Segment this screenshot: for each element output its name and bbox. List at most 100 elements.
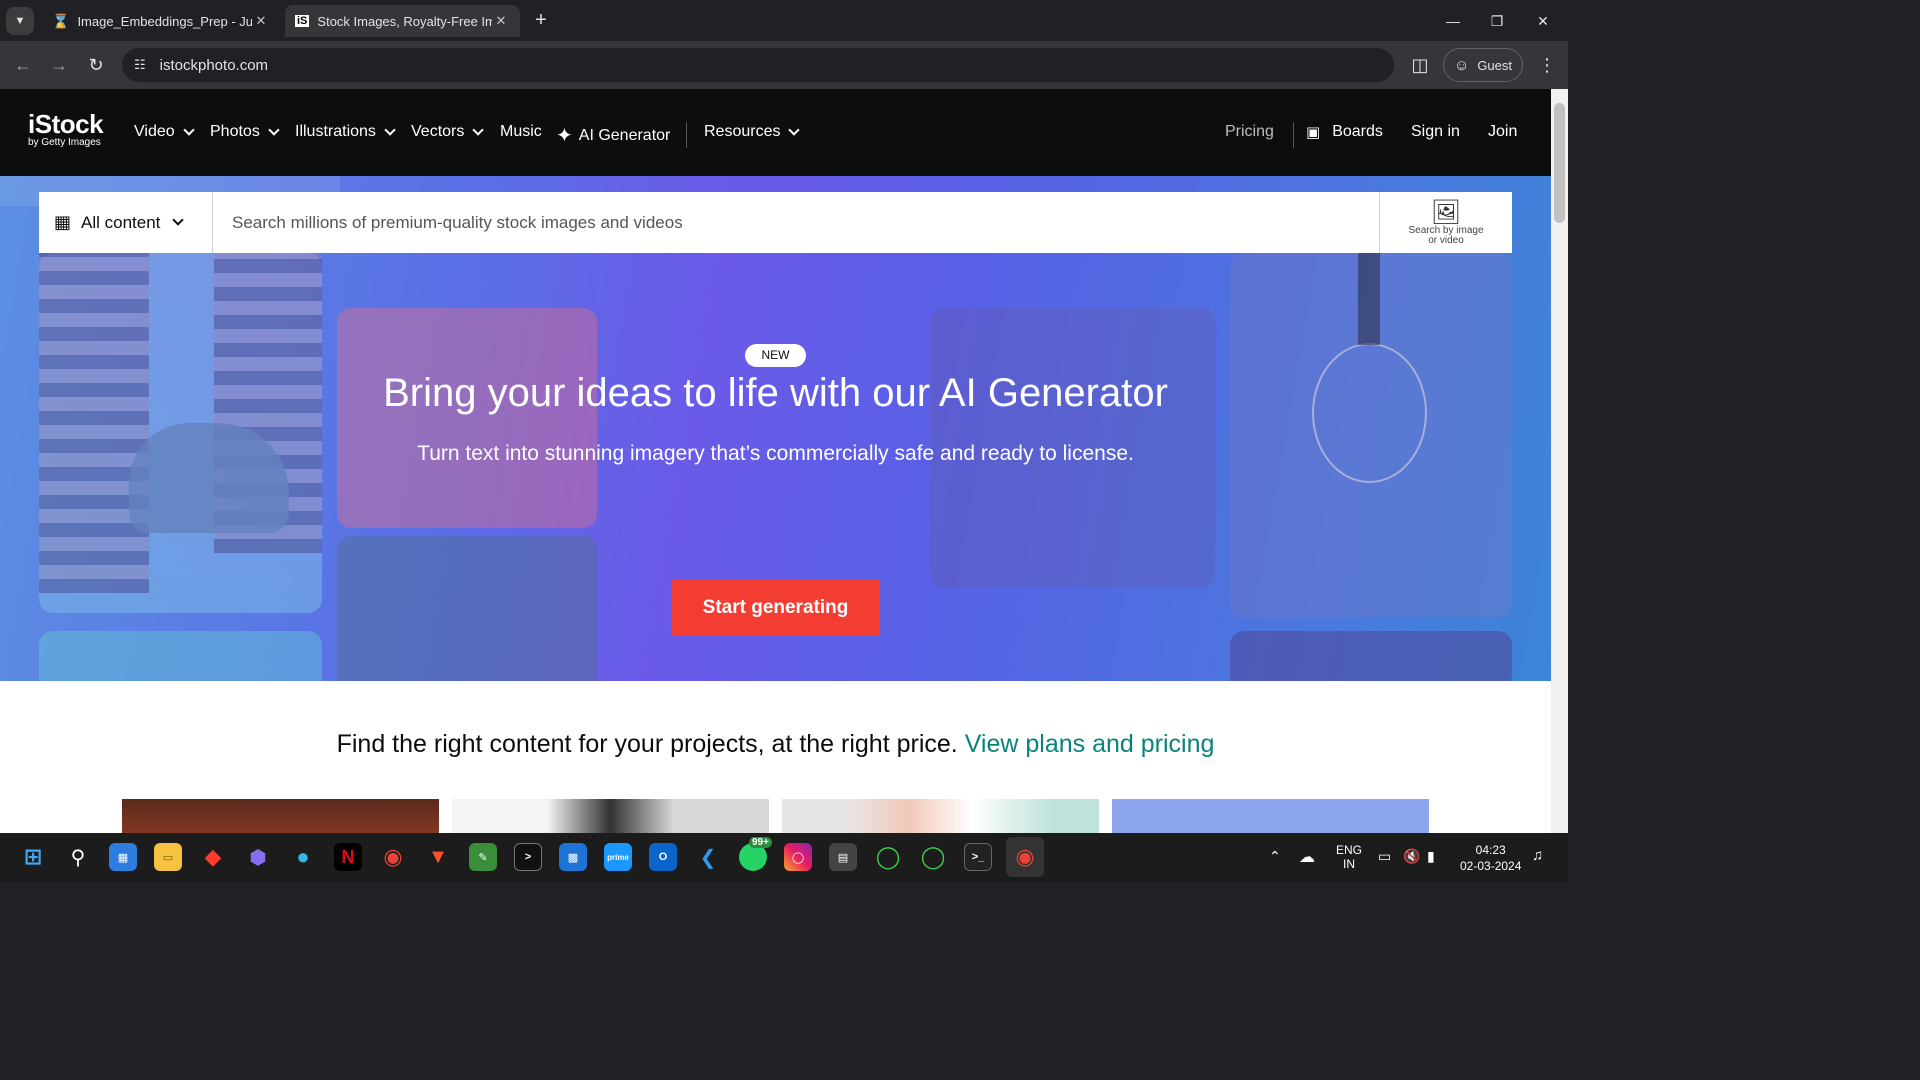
language-indicator[interactable]: ENG IN: [1336, 843, 1362, 871]
content-thumbnail[interactable]: [452, 799, 769, 833]
nav-illustrations[interactable]: Illustrations: [295, 123, 396, 141]
store-icon[interactable]: ▦: [109, 843, 137, 871]
onedrive-icon[interactable]: ☁: [1299, 847, 1315, 867]
content-thumbnail[interactable]: [782, 799, 1099, 833]
start-generating-button[interactable]: Start generating: [671, 579, 880, 636]
instagram-icon[interactable]: ◯: [784, 843, 812, 871]
account-circle-icon: ☺: [1453, 56, 1470, 74]
edge-icon[interactable]: ●: [289, 843, 317, 871]
nav-ai-generator[interactable]: ✦ AI Generator: [556, 123, 670, 148]
logo-text: iStock: [28, 109, 104, 139]
profile-label: Guest: [1477, 57, 1512, 73]
forward-button[interactable]: →: [45, 51, 73, 79]
browser-tab-jupyter[interactable]: ⌛ Image_Embeddings_Prep - Jupy ✕: [42, 5, 280, 37]
pricing-promo-text: Find the right content for your projects…: [336, 730, 958, 758]
bg-tile-people: [337, 536, 597, 681]
brave-icon[interactable]: ▼: [424, 843, 452, 871]
new-badge: NEW: [745, 344, 806, 367]
nav-pricing-label: Pricing: [1225, 123, 1274, 140]
nav-join-label: Join: [1488, 123, 1518, 140]
reload-button[interactable]: ↻: [82, 51, 110, 79]
browser-tab-bar: ▼ ⌛ Image_Embeddings_Prep - Jupy ✕ iS St…: [0, 0, 1568, 41]
chevron-down-icon: [472, 123, 485, 136]
nav-resources[interactable]: Resources: [704, 123, 801, 141]
url-text: istockphoto.com: [159, 56, 269, 74]
minimize-button[interactable]: —: [1440, 8, 1466, 34]
whatsapp-icon[interactable]: 99+: [739, 837, 772, 871]
windows-start-icon[interactable]: ⊞: [19, 843, 47, 871]
network-icon[interactable]: ▭: [1378, 848, 1391, 865]
content-thumbnail[interactable]: [122, 799, 439, 833]
search-bar: ▦ All content 🖼 Search by image or video: [39, 192, 1512, 253]
search-by-image-button[interactable]: 🖼 Search by image or video: [1379, 192, 1512, 253]
nav-pricing[interactable]: Pricing: [1225, 123, 1274, 141]
new-tab-button[interactable]: +: [528, 8, 554, 34]
istock-logo[interactable]: iStock by Getty Images: [28, 109, 104, 149]
menu-kebab-icon[interactable]: ⋮: [1533, 51, 1561, 79]
chevron-down-icon: [384, 123, 396, 136]
close-icon[interactable]: ✕: [252, 13, 270, 29]
restore-button[interactable]: ❐: [1484, 8, 1510, 34]
site-info-icon[interactable]: ☷: [134, 57, 146, 73]
sparkle-icon: ✦: [556, 125, 573, 147]
nav-join[interactable]: Join: [1488, 123, 1517, 141]
content-type-dropdown[interactable]: ▦ All content: [39, 192, 213, 253]
clock-time: 04:23: [1475, 843, 1506, 857]
pricing-promo: Find the right content for your projects…: [0, 730, 1551, 759]
nav-vectors[interactable]: Vectors: [411, 123, 485, 141]
console-icon[interactable]: ▤: [829, 843, 857, 871]
volume-muted-icon[interactable]: 🔇: [1403, 848, 1420, 865]
tab-search-button[interactable]: ▼: [6, 7, 34, 35]
page-scrollbar[interactable]: [1551, 89, 1568, 833]
image-upload-icon: 🖼: [1430, 198, 1462, 226]
nav-music[interactable]: Music: [500, 123, 542, 141]
battery-icon[interactable]: ▮: [1427, 848, 1435, 865]
chevron-down-icon: [268, 123, 280, 136]
netflix-icon[interactable]: N: [334, 843, 362, 871]
notepad-icon[interactable]: ✎: [469, 843, 497, 871]
nav-video[interactable]: Video: [134, 123, 195, 141]
terminal-icon[interactable]: >: [514, 843, 542, 871]
prime-video-icon[interactable]: prime: [604, 843, 632, 871]
copilot-icon[interactable]: ⬢: [244, 843, 272, 871]
search-icon[interactable]: ⚲: [64, 843, 92, 871]
view-plans-link[interactable]: View plans and pricing: [965, 730, 1215, 758]
clock-date: 02-03-2024: [1460, 859, 1522, 873]
scrollbar-thumb[interactable]: [1554, 103, 1565, 223]
back-button[interactable]: ←: [9, 51, 37, 79]
vscode-icon[interactable]: ❮: [694, 843, 722, 871]
nav-photos[interactable]: Photos: [210, 123, 280, 141]
app-red-icon[interactable]: ◆: [199, 843, 227, 871]
notification-bell-icon[interactable]: ♫: [1532, 847, 1543, 864]
side-panel-icon[interactable]: ◫: [1406, 51, 1434, 79]
page-content: iStock by Getty Images Video Photos Illu…: [0, 89, 1551, 833]
bg-tile-flowers: [337, 308, 597, 528]
chrome-active-icon[interactable]: ◉: [1006, 837, 1044, 877]
clock[interactable]: 04:23 02-03-2024: [1460, 842, 1521, 874]
nav-boards[interactable]: ▣ Boards: [1306, 123, 1383, 141]
file-explorer-icon[interactable]: ▭: [154, 843, 182, 871]
app-blue-icon[interactable]: ▩: [559, 843, 587, 871]
close-window-button[interactable]: ✕: [1530, 8, 1556, 34]
cmd-icon[interactable]: >_: [964, 843, 992, 871]
hero-banner: ▦ All content 🖼 Search by image or video…: [0, 176, 1551, 681]
outlook-icon[interactable]: O: [649, 843, 677, 871]
whatsapp-badge: 99+: [749, 837, 772, 848]
spinner-icon[interactable]: ◯: [874, 843, 902, 871]
spinner-icon[interactable]: ◯: [919, 843, 947, 871]
profile-button[interactable]: ☺ Guest: [1443, 48, 1523, 82]
search-input[interactable]: [213, 192, 1379, 253]
search-by-image-label-2: or video: [1428, 234, 1464, 246]
hero-title: Bring your ideas to life with our AI Gen…: [383, 371, 1168, 415]
nav-music-label: Music: [500, 123, 542, 140]
chrome-icon[interactable]: ◉: [379, 843, 407, 871]
chevron-down-icon: ▼: [14, 15, 26, 27]
browser-toolbar: ← → ↻ ☷ istockphoto.com ◫ ☺ Guest ⋮: [0, 41, 1568, 89]
browser-tab-istock[interactable]: iS Stock Images, Royalty-Free Ima ✕: [285, 5, 520, 37]
content-thumbnail[interactable]: [1112, 799, 1429, 833]
close-icon[interactable]: ✕: [492, 13, 510, 29]
address-bar[interactable]: ☷ istockphoto.com: [122, 48, 1394, 82]
chevron-up-icon[interactable]: ⌃: [1269, 848, 1281, 865]
windows-taskbar: ⊞ ⚲ ▦ ▭ ◆ ⬢ ● N ◉ ▼ ✎ > ▩ prime O ❮ 99+ …: [0, 833, 1568, 882]
nav-sign-in[interactable]: Sign in: [1411, 123, 1460, 141]
